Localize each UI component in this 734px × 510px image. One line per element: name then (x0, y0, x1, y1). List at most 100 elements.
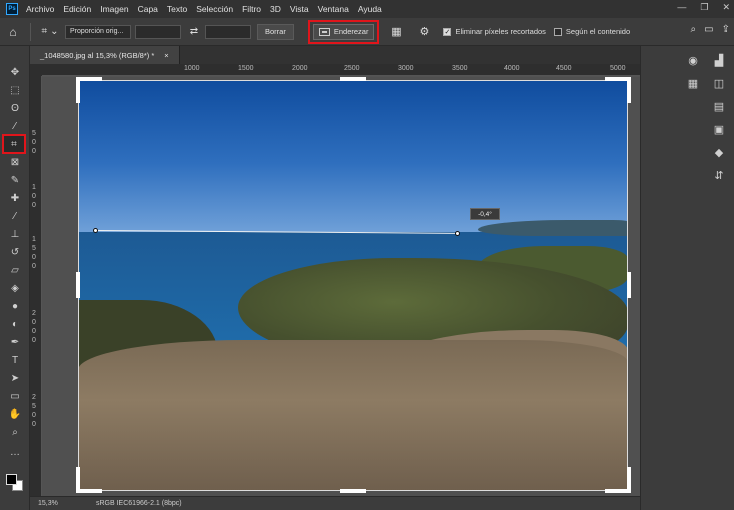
more-tools-icon[interactable]: … (0, 444, 30, 460)
angle-readout: -0,4° (470, 208, 500, 220)
ruler-tick: 0 (32, 412, 36, 419)
panel-column-2: ▟ ◫ ▤ ▣ ◆ ⇵ (707, 54, 731, 182)
ruler-tick: 5000 (610, 65, 626, 72)
aspect-ratio-select[interactable]: Proporción orig... (65, 24, 131, 39)
ruler-tick: 0 (32, 319, 36, 326)
brush-tool-icon[interactable]: ⁄ (0, 208, 30, 224)
line-start-handle[interactable] (93, 228, 98, 233)
options-right-icons: ⌕ ▭ ⇪ (691, 24, 730, 35)
ruler-tick: 3000 (398, 65, 414, 72)
blur-tool-icon[interactable]: ● (0, 298, 30, 314)
menu-filtro[interactable]: Filtro (242, 4, 261, 14)
ruler-tick: 0 (32, 337, 36, 344)
crop-edge-handle[interactable] (340, 489, 366, 493)
delete-cropped-pixels-label: Eliminar píxeles recortados (455, 27, 546, 36)
minimize-button[interactable]: — (677, 2, 686, 13)
crop-corner-handle[interactable] (76, 77, 80, 103)
vertical-ruler-labels: 1 5 0 0 (32, 236, 36, 271)
ruler-tick: 5 (32, 403, 36, 410)
pen-tool-icon[interactable]: ✒ (0, 334, 30, 350)
width-field[interactable] (135, 24, 181, 39)
menu-imagen[interactable]: Imagen (100, 4, 128, 14)
search-icon[interactable]: ⌕ (691, 24, 697, 35)
layers-panel-icon[interactable]: ◆ (715, 146, 723, 159)
type-tool-icon[interactable]: T (0, 352, 30, 368)
crop-corner-handle[interactable] (627, 77, 631, 103)
menu-3d[interactable]: 3D (270, 4, 281, 14)
menu-ayuda[interactable]: Ayuda (358, 4, 382, 14)
vertical-ruler-labels: 5 0 0 (32, 130, 36, 156)
crop-corner-handle[interactable] (76, 467, 80, 493)
dodge-tool-icon[interactable]: ◐ (0, 316, 30, 332)
straighten-label: Enderezar (333, 27, 369, 36)
eyedropper-tool-icon[interactable]: ✎ (0, 172, 30, 188)
panel-column-1: ◉ ▦ (681, 54, 705, 90)
channels-panel-icon[interactable]: ⇵ (714, 169, 723, 182)
foreground-color-swatch[interactable] (6, 474, 17, 485)
hand-tool-icon[interactable]: ✋ (0, 406, 30, 422)
crop-tool-icon[interactable]: ⌗ (2, 134, 26, 154)
tool-preset-picker[interactable]: ⌗ ⌄ (35, 26, 65, 37)
delete-cropped-pixels-checkbox[interactable]: ✓ Eliminar píxeles recortados (443, 27, 546, 36)
lasso-tool-icon[interactable]: ʘ (0, 100, 30, 116)
line-end-handle[interactable] (455, 231, 460, 236)
ruler-tick: 1500 (238, 65, 254, 72)
content-aware-label: Según el contenido (565, 27, 631, 36)
swap-icon[interactable]: ⇄ (187, 26, 201, 37)
libraries-panel-icon[interactable]: ▣ (714, 123, 724, 136)
frame-tool-icon[interactable]: ⊠ (0, 154, 30, 170)
ruler-tick: 1 (32, 184, 36, 191)
healing-brush-tool-icon[interactable]: ✚ (0, 190, 30, 206)
document-tab[interactable]: _1048580.jpg al 15,3% (RGB/8*) * × (30, 46, 180, 64)
properties-panel-icon[interactable]: ▤ (714, 100, 724, 113)
ruler-tick: 4000 (504, 65, 520, 72)
marquee-tool-icon[interactable]: ⬚ (0, 82, 30, 98)
crop-edge-handle[interactable] (627, 272, 631, 298)
height-field[interactable] (205, 24, 251, 39)
eraser-tool-icon[interactable]: ▱ (0, 262, 30, 278)
quick-select-tool-icon[interactable]: ⁄ (0, 118, 30, 134)
menu-seleccion[interactable]: Selección (196, 4, 233, 14)
ruler-tick: 0 (32, 328, 36, 335)
close-icon[interactable]: × (164, 51, 168, 60)
gear-icon[interactable]: ⚙ (413, 25, 435, 38)
chevron-down-icon: ⌄ (50, 26, 59, 37)
history-brush-tool-icon[interactable]: ↺ (0, 244, 30, 260)
menu-vista[interactable]: Vista (290, 4, 309, 14)
menu-edicion[interactable]: Edición (63, 4, 91, 14)
zoom-tool-icon[interactable]: ⌕ (0, 424, 30, 440)
adjustments-panel-icon[interactable]: ◫ (714, 77, 724, 90)
rectangle-tool-icon[interactable]: ▭ (0, 388, 30, 404)
photo-image[interactable] (78, 80, 628, 491)
ruler-tick: 0 (32, 202, 36, 209)
crop-corner-handle[interactable] (627, 467, 631, 493)
clear-button[interactable]: Borrar (257, 23, 294, 40)
menu-ventana[interactable]: Ventana (318, 4, 349, 14)
rocky-foreground (78, 340, 628, 491)
menu-texto[interactable]: Texto (167, 4, 187, 14)
zoom-level[interactable]: 15,3% (38, 500, 88, 507)
maximize-button[interactable]: ❐ (700, 2, 708, 13)
path-selection-tool-icon[interactable]: ➤ (0, 370, 30, 386)
menu-archivo[interactable]: Archivo (26, 4, 54, 14)
straighten-button[interactable]: Enderezar (312, 23, 375, 40)
menu-capa[interactable]: Capa (138, 4, 158, 14)
crop-edge-handle[interactable] (76, 272, 80, 298)
swatches-panel-icon[interactable]: ▦ (688, 77, 698, 90)
share-icon[interactable]: ⇪ (722, 24, 730, 35)
right-panel-dock: ◉ ▦ ▟ ◫ ▤ ▣ ◆ ⇵ (640, 46, 734, 510)
vertical-ruler-labels: 2 5 0 0 (32, 394, 36, 429)
content-aware-checkbox[interactable]: Según el contenido (553, 27, 631, 36)
color-panel-icon[interactable]: ◉ (688, 54, 698, 67)
home-icon[interactable]: ⌂ (0, 25, 26, 39)
clone-stamp-tool-icon[interactable]: ⊥ (0, 226, 30, 242)
sky (78, 80, 628, 232)
move-tool-icon[interactable]: ✥ (0, 64, 30, 80)
workspace-icon[interactable]: ▭ (704, 24, 713, 35)
paint-bucket-tool-icon[interactable]: ◈ (0, 280, 30, 296)
overlay-grid-icon[interactable]: ▦ (385, 25, 407, 38)
crop-edge-handle[interactable] (340, 77, 366, 81)
histogram-panel-icon[interactable]: ▟ (715, 54, 723, 67)
close-window-button[interactable]: ✕ (722, 2, 730, 13)
ruler-tick: 2000 (292, 65, 308, 72)
